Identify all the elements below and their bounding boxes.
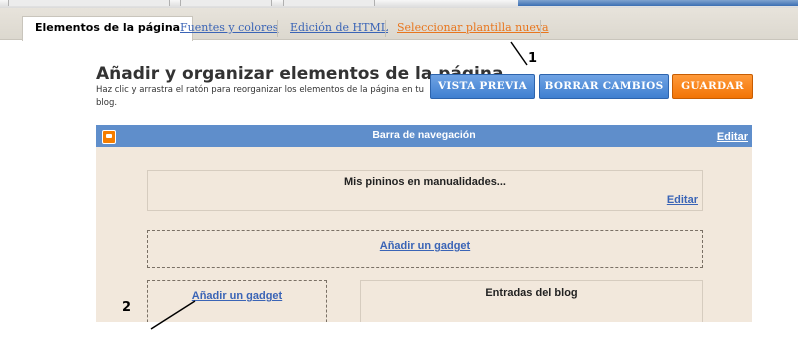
annotation-line-1	[510, 41, 528, 66]
annotation-arrows	[150, 41, 528, 330]
annotation-line-2	[150, 300, 196, 330]
annotation-number-1: 1	[528, 51, 538, 66]
annotation-number-2: 2	[122, 300, 132, 315]
